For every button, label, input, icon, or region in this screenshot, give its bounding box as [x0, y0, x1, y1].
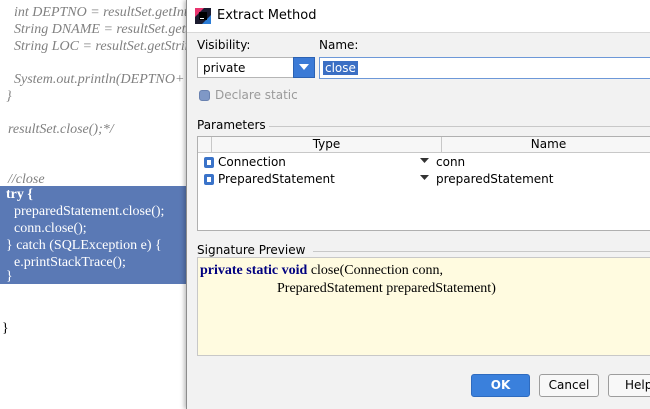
try-keyword: try {: [6, 187, 33, 202]
intellij-app-icon: [195, 8, 211, 24]
code-line-selected: try {: [6, 186, 33, 203]
method-name-value: close: [323, 61, 358, 75]
parameter-name: conn: [436, 155, 466, 169]
code-line: System.out.println(DEPTNO+": [14, 72, 191, 87]
signature-line-2: PreparedStatement preparedStatement): [277, 281, 496, 296]
parameters-label: Parameters: [197, 118, 266, 132]
code-line-selected: conn.close();: [14, 221, 87, 236]
parameter-icon: [204, 157, 214, 168]
code-line: }: [2, 321, 9, 336]
chevron-down-icon: [299, 64, 309, 70]
column-header-name[interactable]: Name: [442, 137, 650, 153]
column-header-type[interactable]: Type: [212, 137, 442, 153]
cancel-button[interactable]: Cancel: [539, 374, 599, 397]
code-line-selected: }: [6, 269, 13, 284]
code-editor[interactable]: int DEPTNO = resultSet.getInt( String DN…: [0, 0, 193, 409]
code-line-selected: e.printStackTrace();: [14, 255, 126, 270]
dialog-titlebar[interactable]: Extract Method: [187, 0, 650, 33]
code-line-selected: } catch (SQLException e) {: [6, 237, 162, 254]
extract-method-dialog: Extract Method Visibility: Name: private…: [186, 0, 650, 409]
parameter-type: PreparedStatement: [218, 172, 335, 186]
signature-keywords: private static void: [200, 263, 308, 278]
method-name-input[interactable]: close: [319, 57, 650, 79]
catch-line-text: } catch (SQLException e) {: [6, 238, 162, 253]
code-line: String DNAME = resultSet.getS: [14, 22, 193, 37]
parameters-table[interactable]: Type Name Connection conn PreparedStatem…: [197, 136, 650, 231]
visibility-select[interactable]: private: [197, 57, 315, 78]
visibility-value: private: [203, 61, 246, 75]
code-line: }: [6, 89, 12, 104]
parameter-icon: [204, 174, 214, 185]
signature-preview-label: Signature Preview: [197, 243, 306, 257]
help-button[interactable]: Help: [608, 374, 650, 397]
code-line-selected: preparedStatement.close();: [14, 204, 165, 219]
dialog-title: Extract Method: [217, 8, 317, 23]
divider: [269, 126, 650, 127]
parameter-type: Connection: [218, 155, 286, 169]
declare-static-label: Declare static: [215, 88, 298, 102]
visibility-label: Visibility:: [197, 38, 251, 52]
table-header-corner: [198, 137, 212, 153]
visibility-dropdown-button[interactable]: [293, 57, 315, 78]
ok-button[interactable]: OK: [471, 374, 530, 397]
chevron-down-icon[interactable]: [420, 175, 429, 181]
signature-line-1: private static void close(Connection con…: [200, 263, 443, 279]
signature-preview: private static void close(Connection con…: [197, 257, 650, 356]
table-row[interactable]: Connection conn: [198, 154, 650, 171]
code-line: String LOC = resultSet.getStrin: [14, 39, 192, 54]
code-line: int DEPTNO = resultSet.getInt(: [14, 5, 193, 20]
table-row[interactable]: PreparedStatement preparedStatement: [198, 171, 650, 188]
chevron-down-icon[interactable]: [420, 158, 429, 164]
parameter-name: preparedStatement: [436, 172, 554, 186]
name-label: Name:: [319, 38, 359, 52]
divider: [313, 251, 650, 252]
code-line: resultSet.close();*/: [8, 122, 114, 137]
checkbox-icon: [199, 90, 210, 101]
signature-line-1-rest: close(Connection conn,: [307, 263, 444, 278]
